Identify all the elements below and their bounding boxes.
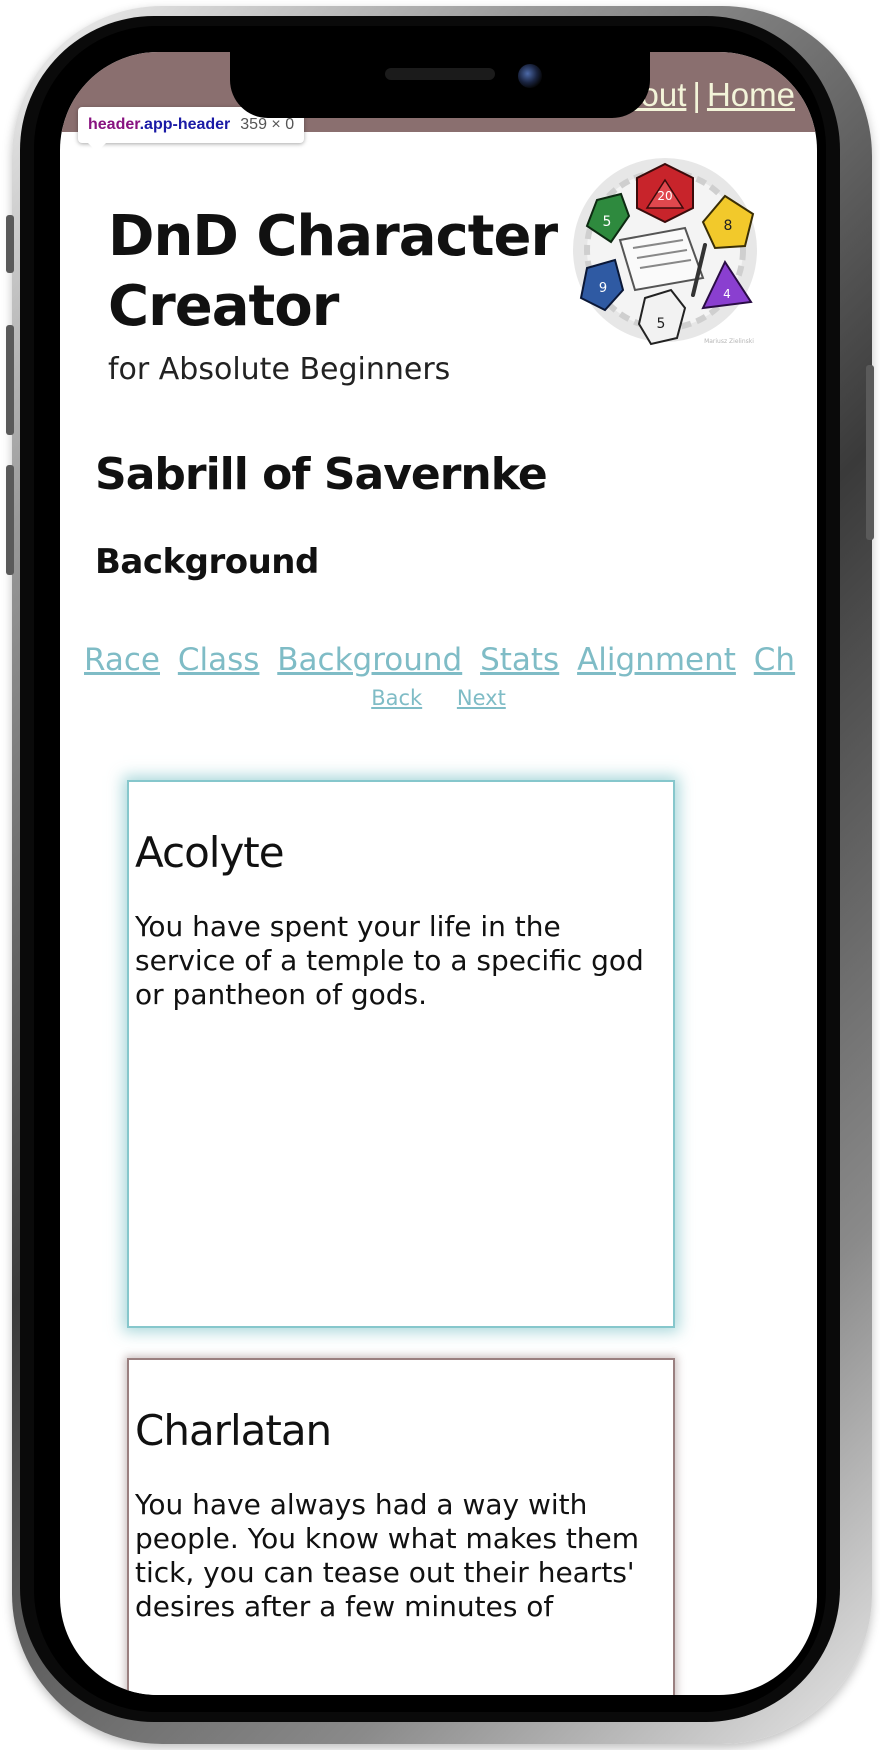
next-link[interactable]: Next [457,686,506,710]
svg-text:4: 4 [723,287,731,301]
background-card-description: You have always had a way with people. Y… [135,1488,640,1623]
step-link-character[interactable]: Ch [754,642,795,678]
nav-separator: | [692,76,701,113]
logo-artist-credit: Mariusz Zielinski [704,338,754,345]
phone-power-button [866,365,874,540]
phone-camera [518,64,542,88]
phone-speaker [385,68,495,80]
phone-volume-down-button [6,465,14,575]
phone-volume-up-button [6,325,14,435]
character-name: Sabrill of Savernke [95,449,548,500]
red-d20-icon: 20 [636,162,694,224]
devtools-tag-name: header [88,116,140,133]
devtools-tooltip-arrow [88,143,106,152]
svg-text:5: 5 [657,316,666,332]
svg-text:5: 5 [603,214,612,230]
step-navigation: Race Class Background Stats Alignment Ch [84,642,804,678]
phone-screen: About|Home header.app-header359 × 0 DnD … [60,52,817,1695]
background-card-title: Charlatan [135,1406,332,1455]
step-link-stats[interactable]: Stats [480,642,559,678]
phone-notch [230,52,650,118]
devtools-class-name: .app-header [139,116,231,133]
back-link[interactable]: Back [371,686,422,710]
page-title: DnD Character Creator [108,204,558,339]
background-card-title: Acolyte [135,828,285,877]
phone-silent-switch [6,215,14,273]
step-link-race[interactable]: Race [84,642,160,678]
step-link-background[interactable]: Background [277,642,462,678]
step-link-class[interactable]: Class [178,642,260,678]
step-link-alignment[interactable]: Alignment [577,642,736,678]
white-d6-icon: 5 [637,288,687,346]
svg-text:9: 9 [599,281,607,296]
svg-text:20: 20 [657,189,672,203]
pager: Back Next [60,686,817,710]
home-link[interactable]: Home [707,76,795,113]
svg-text:8: 8 [724,218,733,234]
section-title: Background [95,542,319,582]
devtools-dimensions: 359 × 0 [240,116,295,133]
background-card-acolyte[interactable]: Acolyte You have spent your life in the … [127,780,675,1328]
dice-logo-image: 20 5 8 9 4 5 Mariusz Zielinski [573,158,757,346]
background-card-description: You have spent your life in the service … [135,910,644,1011]
page-subtitle: for Absolute Beginners [108,352,451,387]
background-card-charlatan[interactable]: Charlatan You have always had a way with… [127,1358,675,1695]
